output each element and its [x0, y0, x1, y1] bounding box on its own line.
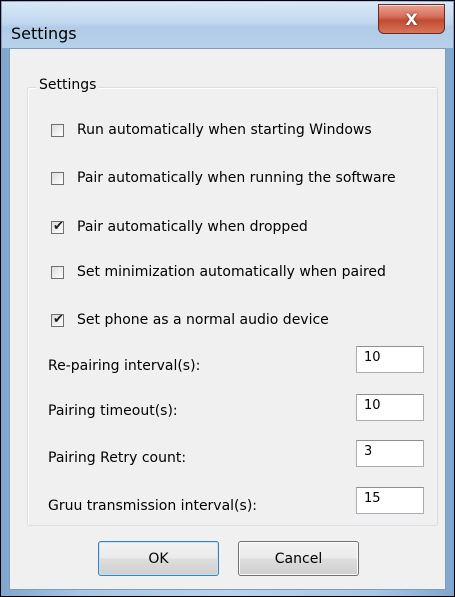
gruu-transmission-interval-label: Gruu transmission interval(s): [48, 498, 257, 514]
checkbox-box[interactable] [51, 171, 64, 185]
checkbox-box[interactable]: ✔ [51, 311, 64, 327]
checkbox-label: Set phone as a normal audio device [77, 312, 329, 328]
checkbox-box[interactable] [51, 123, 64, 137]
settings-dialog-window: Settings X Settings Run automatically wh… [0, 0, 455, 597]
checkbox-label: Pair automatically when dropped [77, 219, 308, 235]
checkmark-icon: ✔ [53, 311, 64, 327]
gruu-transmission-interval-input[interactable]: 15 [356, 487, 424, 514]
checkbox-box[interactable] [51, 265, 64, 279]
checkmark-icon: ✔ [53, 218, 64, 234]
checkbox-phone-audio-device[interactable]: ✔ Set phone as a normal audio device [51, 311, 329, 329]
ok-button[interactable]: OK [98, 541, 219, 576]
checkbox-run-on-startup[interactable]: Run automatically when starting Windows [51, 121, 372, 139]
checkbox-label: Pair automatically when running the soft… [77, 170, 396, 186]
checkbox-minimize-on-pair[interactable]: Set minimization automatically when pair… [51, 263, 386, 281]
pairing-timeout-input[interactable]: 10 [356, 394, 424, 421]
cancel-button[interactable]: Cancel [238, 541, 359, 576]
pairing-retry-count-label: Pairing Retry count: [48, 450, 187, 466]
checkbox-pair-on-drop[interactable]: ✔ Pair automatically when dropped [51, 218, 308, 236]
pairing-retry-count-input[interactable]: 3 [356, 440, 424, 467]
repairing-interval-input[interactable]: 10 [356, 346, 424, 373]
repairing-interval-label: Re-pairing interval(s): [48, 358, 201, 374]
checkbox-box[interactable]: ✔ [51, 218, 64, 234]
checkbox-pair-on-run[interactable]: Pair automatically when running the soft… [51, 169, 396, 187]
groupbox-legend: Settings [36, 77, 100, 93]
close-icon: X [405, 9, 418, 29]
checkbox-label: Run automatically when starting Windows [77, 122, 372, 138]
pairing-timeout-label: Pairing timeout(s): [48, 403, 178, 419]
title-bar[interactable]: Settings X [2, 2, 453, 48]
close-button[interactable]: X [378, 4, 445, 34]
window-title: Settings [11, 24, 77, 43]
checkbox-label: Set minimization automatically when pair… [77, 264, 386, 280]
